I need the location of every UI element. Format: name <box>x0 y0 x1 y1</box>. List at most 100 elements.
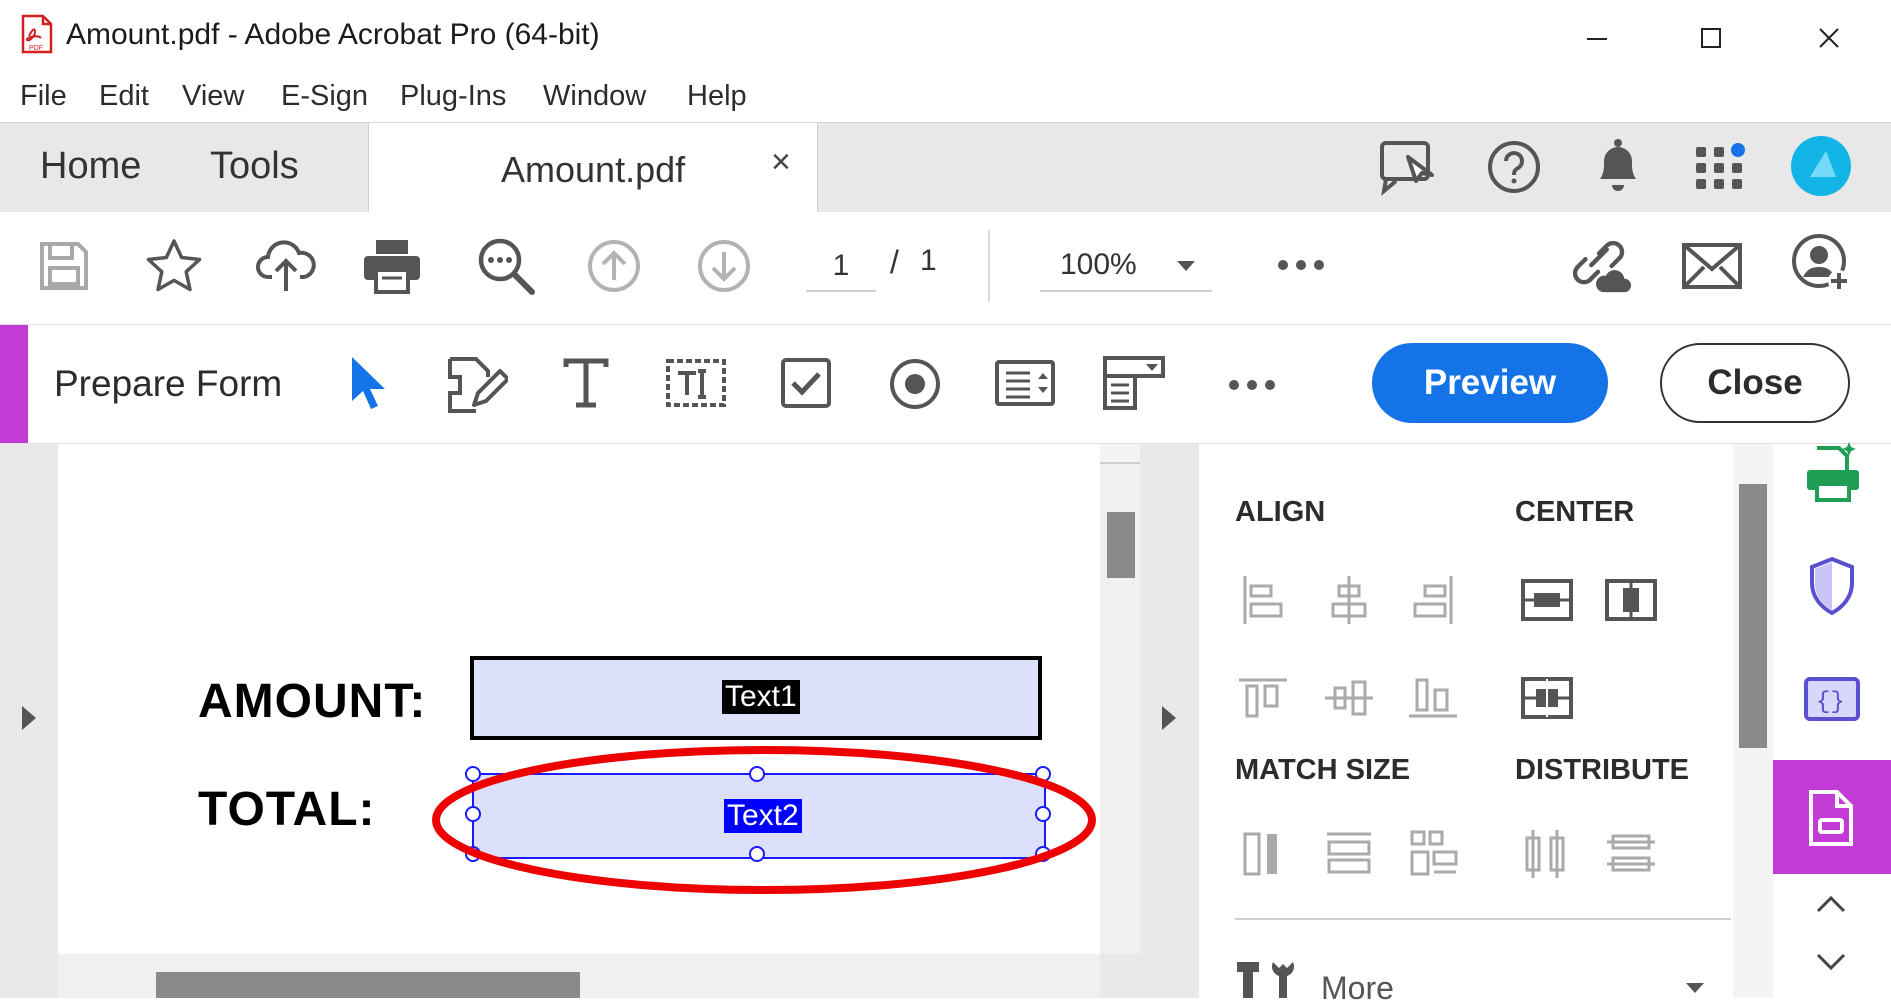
right-panel-toggle[interactable] <box>1140 444 1199 998</box>
match-both-icon[interactable] <box>1403 824 1463 884</box>
menu-help[interactable]: Help <box>687 80 747 113</box>
total-label: TOTAL: <box>198 783 376 836</box>
close-icon <box>1819 28 1839 48</box>
email-icon[interactable] <box>1680 234 1744 298</box>
match-height-icon[interactable] <box>1319 824 1379 884</box>
panel-divider <box>1235 918 1731 920</box>
document-vertical-scrollbar[interactable] <box>1100 444 1140 954</box>
tab-home[interactable]: Home <box>40 145 141 188</box>
menu-plugins[interactable]: Plug-Ins <box>400 80 506 113</box>
more-chevron-down-icon[interactable] <box>1685 982 1705 994</box>
left-panel-toggle[interactable] <box>0 444 58 998</box>
scroll-up-chevron-icon[interactable] <box>1815 894 1847 914</box>
help-icon[interactable] <box>1486 139 1542 195</box>
maximize-icon <box>1701 28 1721 48</box>
next-page-icon[interactable] <box>692 234 756 298</box>
scan-ocr-tool-icon[interactable] <box>1803 440 1863 504</box>
expand-left-panel-icon <box>22 706 36 730</box>
edit-fields-icon[interactable] <box>444 355 508 415</box>
bookmark-star-icon[interactable] <box>142 234 206 298</box>
tab-document[interactable]: Amount.pdf × <box>368 123 818 213</box>
tab-tools[interactable]: Tools <box>210 145 299 188</box>
zoom-value: 100% <box>1060 248 1137 281</box>
right-tool-rail: {} <box>1773 442 1891 998</box>
align-vertical-center-icon[interactable] <box>1319 668 1379 728</box>
scroll-down-chevron-icon[interactable] <box>1815 952 1847 972</box>
list-box-tool-icon[interactable] <box>994 359 1056 407</box>
dropdown-tool-icon[interactable] <box>1102 355 1166 411</box>
title-bar: PDF Amount.pdf - Adobe Acrobat Pro (64-b… <box>0 0 1891 76</box>
distribute-vertically-icon[interactable] <box>1601 824 1661 884</box>
minimize-icon <box>1587 38 1607 40</box>
center-vertically-icon[interactable] <box>1601 570 1661 630</box>
share-link-icon[interactable] <box>1568 234 1632 298</box>
select-cursor-icon[interactable] <box>348 355 388 411</box>
horizontal-scroll-thumb[interactable] <box>156 972 580 998</box>
align-right-icon[interactable] <box>1403 570 1463 630</box>
prepare-form-rail-button[interactable] <box>1773 760 1891 874</box>
menu-esign[interactable]: E-Sign <box>281 80 368 113</box>
share-review-icon[interactable] <box>1378 137 1440 197</box>
window-close-button[interactable] <box>1794 10 1864 66</box>
document-pane: AMOUNT: TOTAL: Text1 Text2 <box>0 444 1140 998</box>
prepare-form-toolbar: Prepare Form Preview Close <box>0 325 1891 444</box>
svg-text:{}: {} <box>1816 689 1845 716</box>
radio-button-tool-icon[interactable] <box>888 357 942 411</box>
page-number-input[interactable]: 1 <box>806 242 876 292</box>
amount-label: AMOUNT: <box>198 675 427 728</box>
menu-view[interactable]: View <box>182 80 244 113</box>
text1-field-name: Text1 <box>722 680 800 714</box>
add-user-icon[interactable] <box>1790 232 1854 296</box>
align-left-icon[interactable] <box>1233 570 1293 630</box>
tools-hammer-wrench-icon <box>1233 958 1295 998</box>
prepare-form-icon <box>1809 790 1853 846</box>
document-horizontal-scrollbar[interactable] <box>58 954 1100 998</box>
pdf-file-icon: PDF <box>20 14 54 54</box>
text1-field[interactable]: Text1 <box>470 656 1042 740</box>
protect-shield-icon[interactable] <box>1807 556 1857 616</box>
vertical-scroll-thumb[interactable] <box>1107 512 1135 578</box>
preview-button[interactable]: Preview <box>1372 343 1608 423</box>
scroll-up-arrow[interactable] <box>1100 444 1140 464</box>
menu-window[interactable]: Window <box>543 80 646 113</box>
apps-grid-icon[interactable] <box>1694 141 1750 197</box>
menu-file[interactable]: File <box>20 80 67 113</box>
align-bottom-icon[interactable] <box>1403 668 1463 728</box>
checkbox-tool-icon[interactable] <box>780 357 832 409</box>
align-top-icon[interactable] <box>1233 668 1293 728</box>
more-label[interactable]: More <box>1321 970 1394 1007</box>
javascript-tool-icon[interactable]: {} <box>1803 676 1861 722</box>
match-width-icon[interactable] <box>1233 824 1293 884</box>
center-horizontally-icon[interactable] <box>1517 570 1577 630</box>
menu-bar: File Edit View E-Sign Plug-Ins Window He… <box>0 76 1891 122</box>
menu-edit[interactable]: Edit <box>99 80 149 113</box>
notifications-bell-icon[interactable] <box>1590 137 1646 197</box>
zoom-select[interactable]: 100% <box>1040 242 1212 292</box>
tab-document-label: Amount.pdf <box>501 149 686 190</box>
more-tools-icon[interactable] <box>1276 258 1326 272</box>
tab-close-icon[interactable]: × <box>771 143 791 182</box>
close-form-button[interactable]: Close <box>1660 343 1850 423</box>
cloud-upload-icon[interactable] <box>254 234 318 298</box>
prepare-form-title: Prepare Form <box>54 363 283 404</box>
more-form-tools-icon[interactable] <box>1228 379 1276 391</box>
avatar[interactable] <box>1790 135 1852 197</box>
print-icon[interactable] <box>360 234 424 298</box>
center-heading: CENTER <box>1515 496 1635 528</box>
minimize-button[interactable] <box>1562 10 1632 66</box>
text-field-icon[interactable] <box>664 357 728 409</box>
text-tool-icon[interactable] <box>562 357 610 409</box>
pdf-page: AMOUNT: TOTAL: Text1 Text2 <box>58 444 1100 954</box>
distribute-horizontally-icon[interactable] <box>1517 824 1577 884</box>
panel-scroll-thumb[interactable] <box>1739 484 1767 748</box>
page-separator: / <box>890 244 899 280</box>
panel-vertical-scrollbar[interactable] <box>1733 444 1773 998</box>
center-both-icon[interactable] <box>1517 668 1577 728</box>
previous-page-icon[interactable] <box>582 234 646 298</box>
match-size-heading: MATCH SIZE <box>1235 754 1411 786</box>
maximize-button[interactable] <box>1676 10 1746 66</box>
distribute-heading: DISTRIBUTE <box>1515 754 1689 786</box>
save-icon[interactable] <box>32 234 96 298</box>
align-horizontal-center-icon[interactable] <box>1319 570 1379 630</box>
zoom-search-icon[interactable] <box>474 234 538 298</box>
